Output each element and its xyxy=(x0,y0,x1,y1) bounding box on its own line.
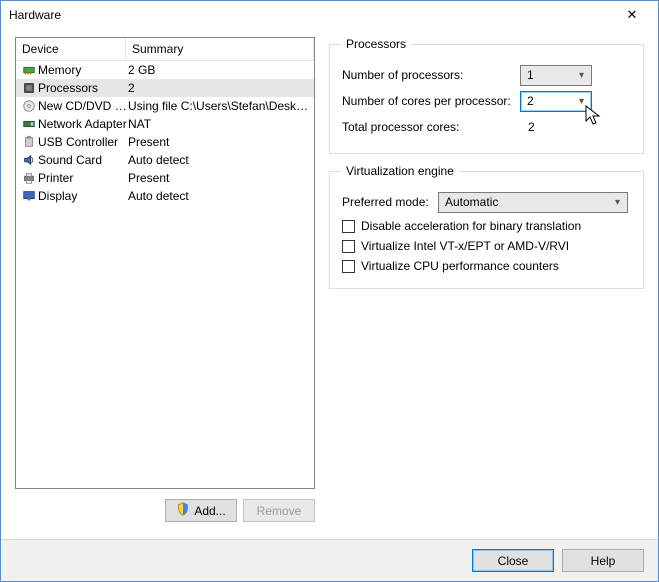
virtualize-perfctr-label: Virtualize CPU performance counters xyxy=(361,259,559,273)
preferred-mode-value: Automatic xyxy=(445,195,498,209)
chevron-down-icon: ▾ xyxy=(573,70,590,81)
device-name: Printer xyxy=(38,171,128,185)
display-icon xyxy=(20,189,38,203)
device-name: New CD/DVD (... xyxy=(38,99,128,113)
cores-per-proc-label: Number of cores per processor: xyxy=(342,94,520,108)
device-name: Display xyxy=(38,189,128,203)
cores-per-proc-value: 2 xyxy=(527,94,534,108)
virtualization-legend: Virtualization engine xyxy=(342,164,458,178)
device-name: USB Controller xyxy=(38,135,128,149)
total-cores-label: Total processor cores: xyxy=(342,120,520,134)
chevron-down-icon: ▾ xyxy=(609,197,626,208)
device-row-sound[interactable]: Sound CardAuto detect xyxy=(16,151,314,169)
printer-icon xyxy=(20,171,38,185)
device-row-cpu[interactable]: Processors2 xyxy=(16,79,314,97)
virtualize-vtx-checkbox[interactable]: Virtualize Intel VT-x/EPT or AMD-V/RVI xyxy=(342,236,631,256)
close-window-button[interactable]: ✕ xyxy=(612,4,652,26)
remove-button-label: Remove xyxy=(257,504,302,518)
dialog-content: Device Summary Memory2 GBProcessors2New … xyxy=(15,37,644,533)
num-processors-label: Number of processors: xyxy=(342,68,520,82)
virtualize-perfctr-checkbox[interactable]: Virtualize CPU performance counters xyxy=(342,256,631,276)
device-summary: Using file C:\Users\Stefan\Deskto... xyxy=(128,99,310,113)
device-row-memory[interactable]: Memory2 GB xyxy=(16,61,314,79)
device-row-nic[interactable]: Network AdapterNAT xyxy=(16,115,314,133)
cores-per-proc-select[interactable]: 2 ▾ xyxy=(520,91,592,112)
nic-icon xyxy=(20,117,38,131)
num-processors-select[interactable]: 1 ▾ xyxy=(520,65,592,86)
checkbox-icon xyxy=(342,220,355,233)
title-bar: Hardware ✕ xyxy=(1,1,658,29)
close-button-label: Close xyxy=(498,554,529,568)
virtualization-group: Virtualization engine Preferred mode: Au… xyxy=(329,164,644,289)
sound-icon xyxy=(20,153,38,167)
disable-accel-checkbox[interactable]: Disable acceleration for binary translat… xyxy=(342,216,631,236)
preferred-mode-select[interactable]: Automatic ▾ xyxy=(438,192,628,213)
device-list-header: Device Summary xyxy=(16,38,314,61)
shield-icon xyxy=(176,502,190,519)
processors-legend: Processors xyxy=(342,37,410,51)
dialog-button-bar: Close Help xyxy=(1,539,658,581)
header-device[interactable]: Device xyxy=(16,38,126,61)
add-button-label: Add... xyxy=(194,504,225,518)
processors-group: Processors Number of processors: 1 ▾ Num… xyxy=(329,37,644,154)
cpu-icon xyxy=(20,81,38,95)
device-name: Memory xyxy=(38,63,128,77)
checkbox-icon xyxy=(342,240,355,253)
disable-accel-label: Disable acceleration for binary translat… xyxy=(361,219,581,233)
device-summary: 2 xyxy=(128,81,310,95)
device-summary: Auto detect xyxy=(128,153,310,167)
device-name: Network Adapter xyxy=(38,117,128,131)
add-button[interactable]: Add... xyxy=(165,499,237,522)
device-summary: Present xyxy=(128,171,310,185)
usb-icon xyxy=(20,135,38,149)
device-row-cd[interactable]: New CD/DVD (...Using file C:\Users\Stefa… xyxy=(16,97,314,115)
window-title: Hardware xyxy=(9,8,61,22)
header-summary[interactable]: Summary xyxy=(126,38,314,61)
device-name: Sound Card xyxy=(38,153,128,167)
checkbox-icon xyxy=(342,260,355,273)
virtualize-vtx-label: Virtualize Intel VT-x/EPT or AMD-V/RVI xyxy=(361,239,569,253)
device-row-usb[interactable]: USB ControllerPresent xyxy=(16,133,314,151)
device-row-display[interactable]: DisplayAuto detect xyxy=(16,187,314,205)
device-summary: Present xyxy=(128,135,310,149)
help-button[interactable]: Help xyxy=(562,549,644,572)
device-list[interactable]: Device Summary Memory2 GBProcessors2New … xyxy=(15,37,315,489)
memory-icon xyxy=(20,63,38,77)
device-row-printer[interactable]: PrinterPresent xyxy=(16,169,314,187)
device-summary: 2 GB xyxy=(128,63,310,77)
preferred-mode-label: Preferred mode: xyxy=(342,195,438,209)
remove-button: Remove xyxy=(243,499,315,522)
help-button-label: Help xyxy=(591,554,616,568)
chevron-down-icon: ▾ xyxy=(573,96,590,107)
device-name: Processors xyxy=(38,81,128,95)
num-processors-value: 1 xyxy=(527,68,534,82)
cd-icon xyxy=(20,99,38,113)
close-button[interactable]: Close xyxy=(472,549,554,572)
close-icon: ✕ xyxy=(627,7,638,23)
total-cores-value: 2 xyxy=(520,120,631,134)
device-summary: Auto detect xyxy=(128,189,310,203)
device-summary: NAT xyxy=(128,117,310,131)
